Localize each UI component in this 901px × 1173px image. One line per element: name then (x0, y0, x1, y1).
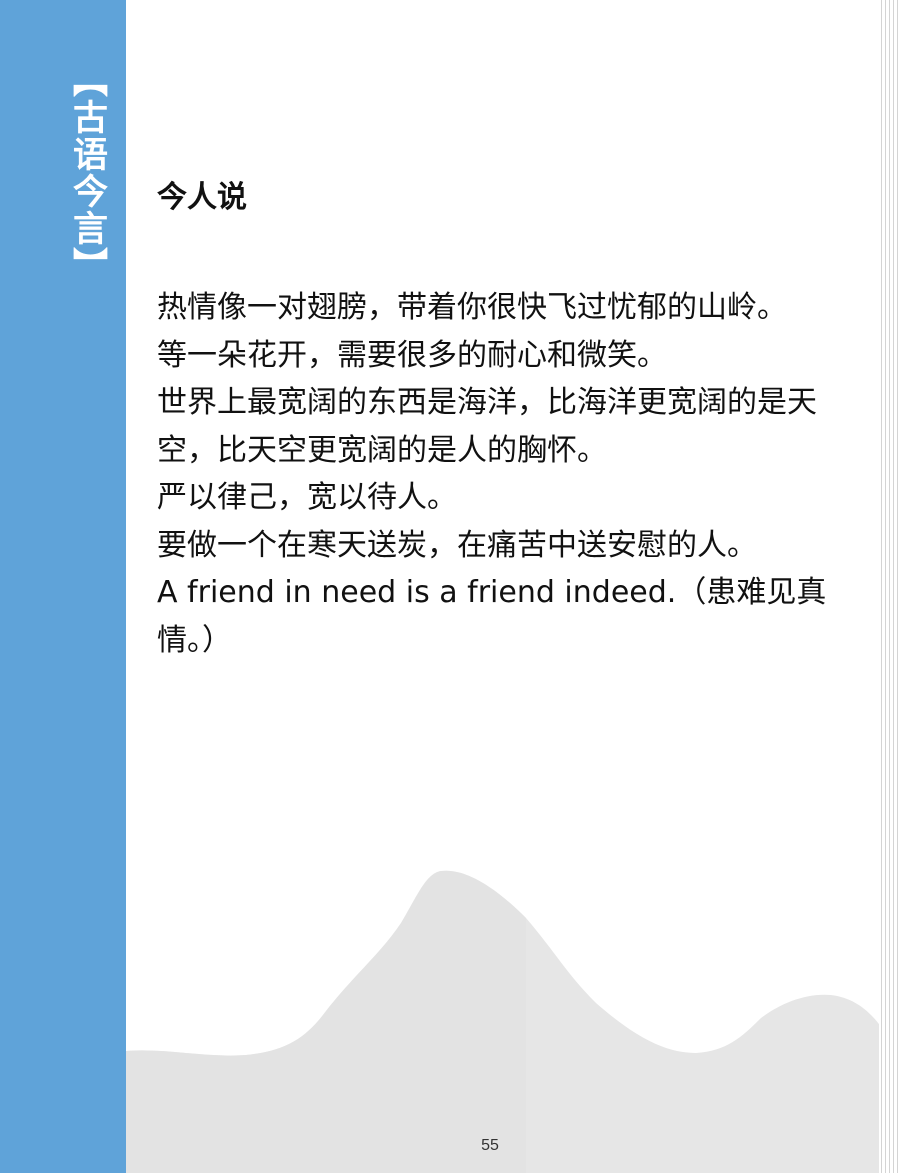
sidebar: 【古语今言】 (0, 0, 126, 1173)
book-page: 【古语今言】 今人说 热情像一对翅膀，带着你很快飞过忧郁的山岭。 等一朵花开，需… (0, 0, 901, 1173)
quote-line: 要做一个在寒天送炭，在痛苦中送安慰的人。 (157, 527, 757, 563)
section-heading: 今人说 (157, 180, 247, 215)
mountain-illustration (126, 870, 882, 1173)
page-number: 55 (481, 1137, 499, 1154)
quote-line: 等一朵花开，需要很多的耐心和微笑。 (157, 337, 667, 373)
quote-line: 世界上最宽阔的东西是海洋，比海洋更宽阔的是天空，比天空更宽阔的是人的胸怀。 (157, 385, 817, 468)
page-edge (879, 0, 901, 1173)
quote-line: A friend in need is a friend indeed.（患难见… (157, 575, 827, 658)
main-content: 今人说 热情像一对翅膀，带着你很快飞过忧郁的山岭。 等一朵花开，需要很多的耐心和… (157, 178, 837, 664)
quote-line: 严以律己，宽以待人。 (157, 480, 457, 515)
quote-line: 热情像一对翅膀，带着你很快飞过忧郁的山岭。 (157, 290, 787, 325)
section-tag: 【古语今言】 (67, 62, 108, 284)
